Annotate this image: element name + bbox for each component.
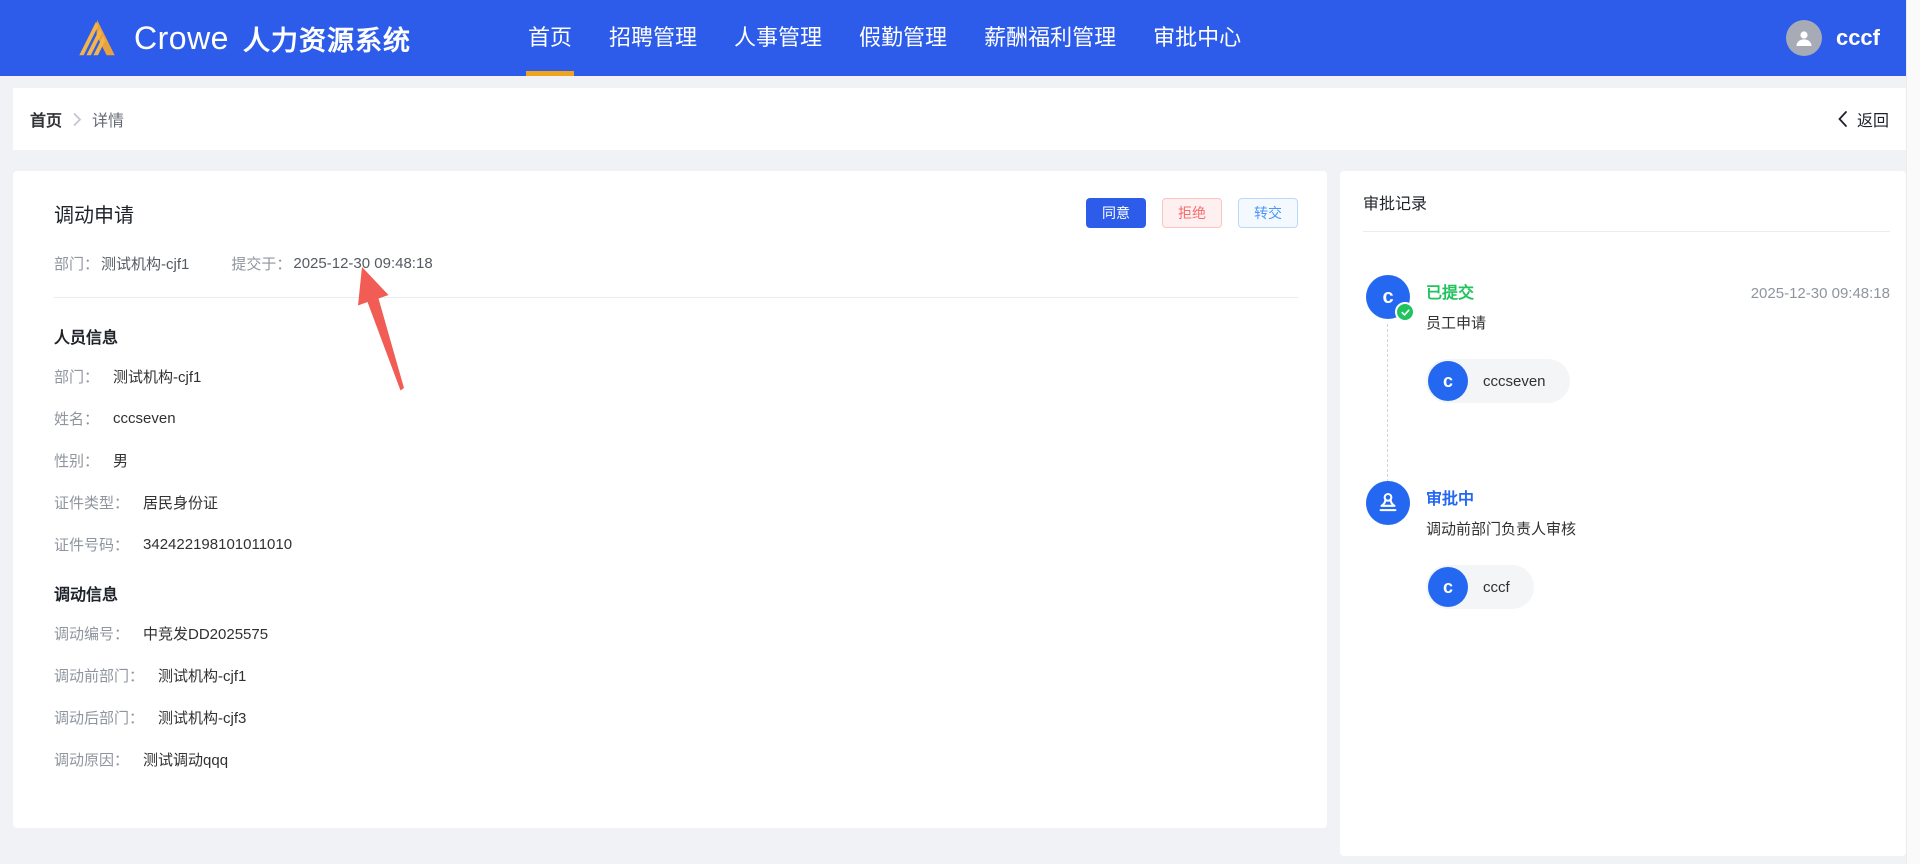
logo-text: Crowe (134, 19, 229, 56)
field-value: 中竞发DD2025575 (143, 626, 269, 643)
nav-item-attendance[interactable]: 假勤管理 (859, 0, 947, 76)
field-label: 性别： (54, 453, 100, 470)
person-icon (1796, 31, 1812, 46)
field-value: 测试机构-cjf1 (113, 369, 202, 386)
field-label: 证件号码： (54, 537, 130, 554)
back-button-label[interactable]: 返回 (1857, 107, 1889, 131)
field-value: 测试机构-cjf1 (158, 668, 247, 685)
timeline-step-submitted: c 已提交 2025-12-30 09:48:18 员工申请 c cccseve… (1363, 275, 1890, 403)
section-title-transfer: 调动信息 (54, 587, 119, 604)
action-buttons: 同意 拒绝 转交 (1086, 198, 1298, 228)
user-avatar[interactable] (1785, 20, 1822, 56)
field-label: 部门： (54, 369, 100, 386)
step-status: 审批中 (1426, 491, 1475, 508)
person-name: cccseven (1483, 372, 1546, 390)
step-desc: 调动前部门负责人审核 (1426, 521, 1577, 538)
field-value: 测试调动qqq (143, 752, 229, 769)
meta-dept-value: 测试机构-cjf1 (101, 256, 190, 273)
transfer-button[interactable]: 转交 (1238, 198, 1298, 228)
step-avatar: c (1366, 275, 1415, 322)
breadcrumb-bar: 首页 详情 返回 (13, 88, 1906, 150)
field-row: 证件类型： 居民身份证 (54, 482, 1298, 523)
main-nav-menu: 首页 招聘管理 人事管理 假勤管理 薪酬福利管理 审批中心 (525, 0, 1241, 76)
breadcrumb: 首页 详情 (30, 107, 124, 131)
approve-button[interactable]: 同意 (1086, 198, 1146, 228)
field-label: 调动原因： (54, 752, 130, 769)
nav-item-recruitment[interactable]: 招聘管理 (609, 0, 697, 76)
nav-item-approval-center[interactable]: 审批中心 (1153, 0, 1241, 76)
field-label: 调动前部门： (54, 668, 145, 685)
brand-logo: Crowe 人力资源系统 (74, 15, 411, 61)
field-value: 342422198101011010 (143, 536, 293, 553)
crowe-mountain-icon (79, 19, 115, 56)
field-label: 证件类型： (54, 495, 130, 512)
field-row: 调动前部门： 测试机构-cjf1 (54, 655, 1298, 696)
approval-timeline: c 已提交 2025-12-30 09:48:18 员工申请 c cccseve… (1363, 232, 1890, 609)
person-avatar: c (1428, 567, 1468, 607)
field-value: 居民身份证 (143, 495, 219, 512)
person-pill: c cccf (1426, 565, 1534, 609)
person-avatar: c (1428, 361, 1468, 401)
breadcrumb-home[interactable]: 首页 (30, 107, 62, 131)
step-status: 已提交 (1426, 285, 1475, 302)
field-value: cccseven (113, 410, 176, 427)
chevron-right-icon (72, 112, 82, 127)
nav-item-personnel[interactable]: 人事管理 (734, 0, 822, 76)
user-name[interactable]: cccf (1836, 25, 1880, 51)
meta-submit-time: 2025-12-30 09:48:18 (293, 255, 433, 272)
chevron-left-icon (1838, 111, 1847, 127)
field-row: 性别： 男 (54, 440, 1298, 481)
field-value: 测试机构-cjf3 (158, 710, 247, 727)
field-row: 调动编号： 中竞发DD2025575 (54, 613, 1298, 654)
personnel-fields: 部门： 测试机构-cjf1 姓名： cccseven 性别： 男 证件类型： 居… (54, 356, 1298, 565)
meta-dept-label: 部门： (54, 256, 100, 273)
field-row: 调动后部门： 测试机构-cjf3 (54, 697, 1298, 738)
scrollbar[interactable] (1906, 0, 1920, 864)
step-desc: 员工申请 (1426, 315, 1487, 332)
top-navbar: Crowe 人力资源系统 首页 招聘管理 人事管理 假勤管理 薪酬福利管理 审批… (0, 0, 1906, 76)
breadcrumb-current: 详情 (92, 113, 125, 130)
stamp-icon (1366, 481, 1410, 525)
field-label: 调动后部门： (54, 710, 145, 727)
timeline-step-approving: 审批中 调动前部门负责人审核 c cccf (1363, 481, 1890, 609)
field-label: 姓名： (54, 411, 100, 428)
approval-record-card: 审批记录 c 已提交 2025-12-30 09:48:18 员工申请 c cc… (1340, 171, 1906, 856)
section-title-personnel: 人员信息 (54, 330, 119, 347)
user-menu[interactable]: cccf (1785, 0, 1880, 76)
field-label: 调动编号： (54, 626, 130, 643)
submission-meta: 部门： 测试机构-cjf1 提交于： 2025-12-30 09:48:18 (54, 253, 1298, 274)
person-name: cccf (1483, 578, 1510, 596)
nav-item-compensation[interactable]: 薪酬福利管理 (984, 0, 1116, 76)
transfer-fields: 调动编号： 中竞发DD2025575 调动前部门： 测试机构-cjf1 调动后部… (54, 613, 1298, 780)
transfer-detail-card: 调动申请 同意 拒绝 转交 部门： 测试机构-cjf1 提交于： 2025-12… (13, 171, 1327, 828)
field-value: 男 (113, 453, 129, 470)
field-row: 证件号码： 342422198101011010 (54, 524, 1298, 565)
field-row: 部门： 测试机构-cjf1 (54, 356, 1298, 397)
meta-submit-label: 提交于： (231, 256, 292, 273)
field-row: 调动原因： 测试调动qqq (54, 739, 1298, 780)
app-title: 人力资源系统 (242, 25, 411, 56)
divider (54, 297, 1298, 298)
reject-button[interactable]: 拒绝 (1162, 198, 1222, 228)
back-button[interactable]: 返回 (1837, 107, 1889, 131)
avatar-letter: c (1382, 285, 1394, 308)
person-pill: c cccseven (1426, 359, 1570, 403)
approval-record-title: 审批记录 (1363, 171, 1890, 232)
check-badge-icon (1395, 302, 1415, 322)
step-time: 2025-12-30 09:48:18 (1750, 285, 1890, 302)
page-title: 调动申请 (54, 204, 134, 227)
field-row: 姓名： cccseven (54, 398, 1298, 439)
nav-item-home[interactable]: 首页 (525, 0, 575, 76)
